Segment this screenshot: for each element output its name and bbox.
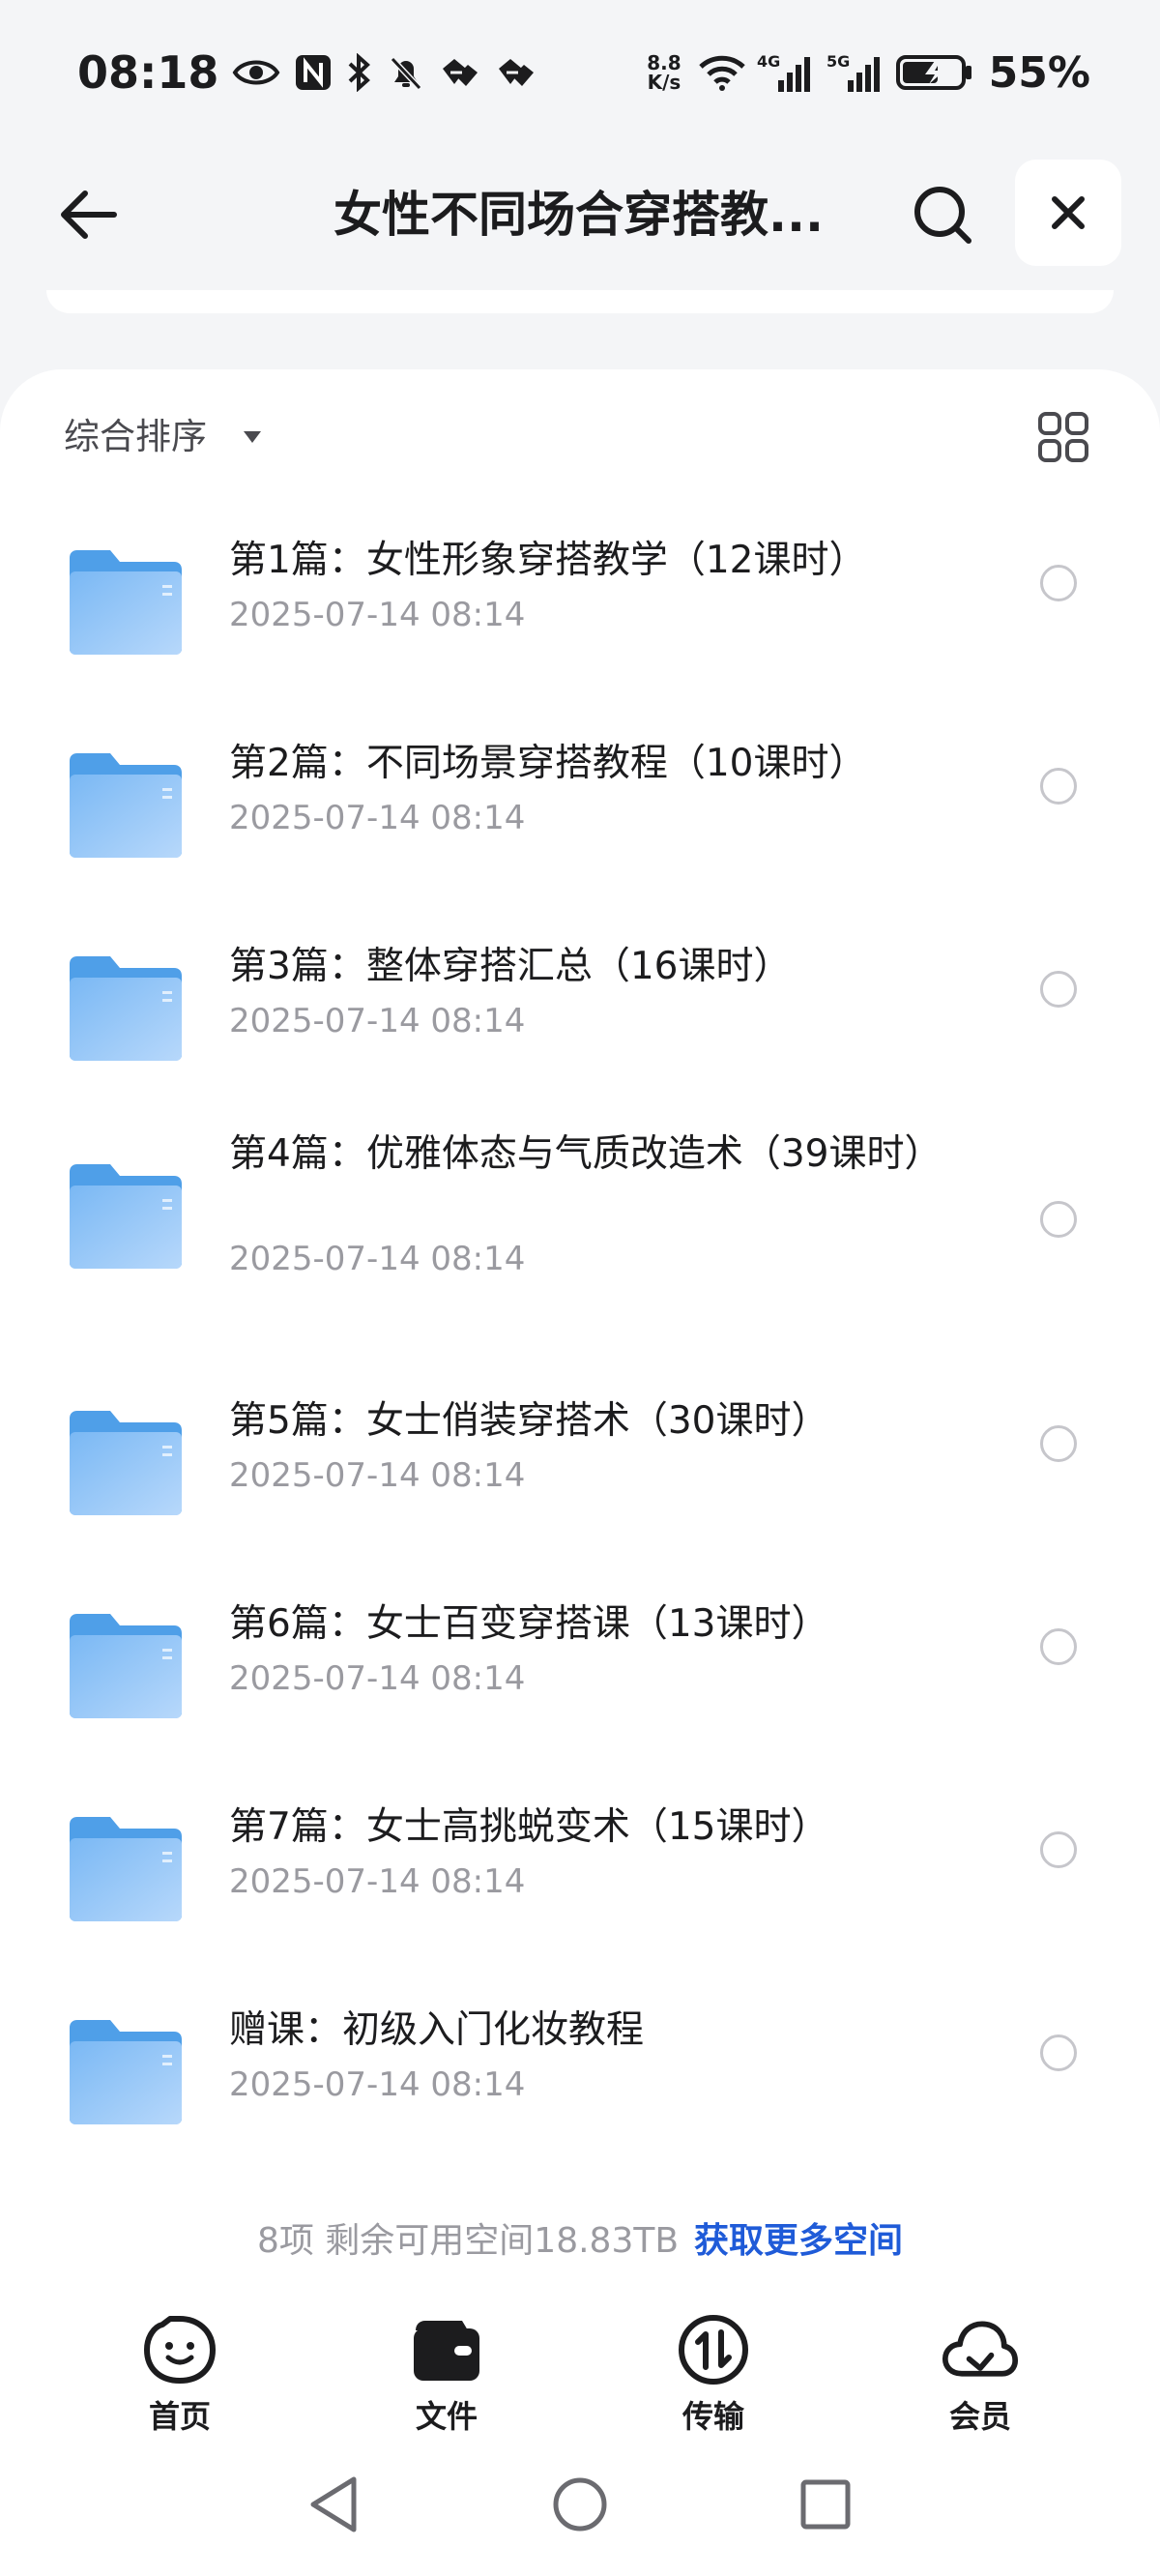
back-button[interactable] <box>48 176 126 253</box>
file-row[interactable]: 赠课：初级入门化妆教程 2025-07-14 08:14 <box>0 1975 1160 2129</box>
file-date: 2025-07-14 08:14 <box>229 799 526 837</box>
nav-member[interactable]: 会员 <box>903 2311 1058 2437</box>
file-panel: 综合排序 第1篇：女性形象穿搭教学（12课时） 2025-07-14 08:14 第… <box>0 369 1160 2303</box>
file-name: 第6篇：女士百变穿搭课（13课时） <box>229 1602 829 1646</box>
file-row[interactable]: 第3篇：整体穿搭汇总（16课时） 2025-07-14 08:14 <box>0 911 1160 1066</box>
wallet-folder-icon <box>414 2321 479 2381</box>
status-bar: 08:18 8.8 K/s 4G 5G 55% <box>0 0 1160 145</box>
storage-info: 8项 剩余可用空间18.83TB 获取更多空间 <box>0 2214 1160 2269</box>
file-row[interactable]: 第2篇：不同场景穿搭教程（10课时） 2025-07-14 08:14 <box>0 708 1160 863</box>
file-name: 第2篇：不同场景穿搭教程（10课时） <box>229 742 867 785</box>
svg-text:4G: 4G <box>757 52 780 71</box>
square-recents-icon <box>800 2479 851 2530</box>
select-radio[interactable] <box>1040 1425 1077 1462</box>
battery-percent: 55% <box>988 47 1090 98</box>
select-radio[interactable] <box>1040 1628 1077 1665</box>
heart-link-icon-2 <box>495 55 537 90</box>
system-home-button[interactable] <box>541 2466 619 2543</box>
nav-transfer[interactable]: 传输 <box>636 2311 791 2437</box>
select-radio[interactable] <box>1040 565 1077 601</box>
file-date: 2025-07-14 08:14 <box>229 1240 526 1278</box>
triangle-back-icon <box>310 2476 357 2532</box>
sort-bar: 综合排序 <box>0 408 1160 466</box>
close-button[interactable] <box>1015 160 1121 266</box>
smile-face-icon <box>144 2316 216 2384</box>
search-button[interactable] <box>904 176 981 253</box>
file-name: 赠课：初级入门化妆教程 <box>229 2008 645 2052</box>
file-date: 2025-07-14 08:14 <box>229 1862 526 1901</box>
system-nav-bar <box>0 2437 1160 2576</box>
file-row[interactable]: 第1篇：女性形象穿搭教学（12课时） 2025-07-14 08:14 <box>0 505 1160 659</box>
header: 女性不同场合穿搭教... <box>0 145 1160 280</box>
folder-icon <box>70 753 182 858</box>
file-name: 第1篇：女性形象穿搭教学（12课时） <box>229 539 867 582</box>
collapsed-panel-edge <box>46 290 1114 313</box>
bottom-nav: 首页 文件 传输 会员 <box>0 2301 1160 2437</box>
file-row[interactable]: 第6篇：女士百变穿搭课（13课时） 2025-07-14 08:14 <box>0 1568 1160 1723</box>
nav-files[interactable]: 文件 <box>369 2311 524 2437</box>
file-date: 2025-07-14 08:14 <box>229 1002 526 1040</box>
file-name: 第3篇：整体穿搭汇总（16课时） <box>229 945 792 988</box>
select-radio[interactable] <box>1040 768 1077 805</box>
nav-home[interactable]: 首页 <box>102 2311 257 2437</box>
file-date: 2025-07-14 08:14 <box>229 596 526 634</box>
folder-icon <box>70 2020 182 2124</box>
transfer-icon <box>679 2315 748 2385</box>
signal-4g-icon: 4G <box>757 51 817 94</box>
bluetooth-icon <box>346 53 373 92</box>
file-row[interactable]: 第7篇：女士高挑蜕变术（15课时） 2025-07-14 08:14 <box>0 1771 1160 1926</box>
folder-icon <box>70 956 182 1061</box>
page-title: 女性不同场合穿搭教... <box>334 187 824 243</box>
folder-icon <box>70 1164 182 1269</box>
get-more-space-link[interactable]: 获取更多空间 <box>694 2221 903 2261</box>
signal-5g-icon: 5G <box>826 51 886 94</box>
folder-icon <box>70 1614 182 1718</box>
battery-charging-icon <box>895 53 973 92</box>
file-row[interactable]: 第5篇：女士俏装穿搭术（30课时） 2025-07-14 08:14 <box>0 1365 1160 1520</box>
svg-text:5G: 5G <box>826 52 850 71</box>
file-name: 第7篇：女士高挑蜕变术（15课时） <box>229 1805 829 1849</box>
grid-view-icon <box>1038 412 1088 462</box>
file-name: 第4篇：优雅体态与气质改造术（39课时） <box>229 1132 942 1176</box>
file-date: 2025-07-14 08:14 <box>229 2065 526 2104</box>
caret-down-icon[interactable] <box>242 429 263 445</box>
select-radio[interactable] <box>1040 971 1077 1008</box>
file-name: 第5篇：女士俏装穿搭术（30课时） <box>229 1399 829 1443</box>
storage-summary: 8项 剩余可用空间18.83TB <box>256 2221 680 2261</box>
circle-home-icon <box>553 2477 607 2532</box>
select-radio[interactable] <box>1040 1201 1077 1238</box>
wifi-icon <box>697 53 747 92</box>
file-date: 2025-07-14 08:14 <box>229 1659 526 1698</box>
close-icon <box>1052 196 1085 229</box>
file-row[interactable]: 第4篇：优雅体态与气质改造术（39课时） 2025-07-14 08:14 <box>0 1114 1160 1327</box>
nfc-icon <box>294 53 333 92</box>
folder-icon <box>70 550 182 655</box>
heart-link-icon <box>439 55 481 90</box>
select-radio[interactable] <box>1040 1831 1077 1868</box>
file-date: 2025-07-14 08:14 <box>229 1456 526 1495</box>
grid-view-button[interactable] <box>1034 408 1092 466</box>
back-arrow-icon <box>61 190 117 239</box>
system-recents-button[interactable] <box>787 2466 864 2543</box>
folder-icon <box>70 1411 182 1515</box>
folder-icon <box>70 1817 182 1921</box>
mute-bell-icon <box>387 53 425 92</box>
select-radio[interactable] <box>1040 2034 1077 2071</box>
status-time: 08:18 <box>77 46 219 99</box>
net-speed: 8.8 K/s <box>647 51 682 94</box>
sort-dropdown[interactable]: 综合排序 <box>64 408 207 466</box>
search-icon <box>914 187 972 244</box>
cloud-icon <box>942 2321 1019 2377</box>
eye-icon <box>232 56 280 89</box>
system-back-button[interactable] <box>296 2466 373 2543</box>
